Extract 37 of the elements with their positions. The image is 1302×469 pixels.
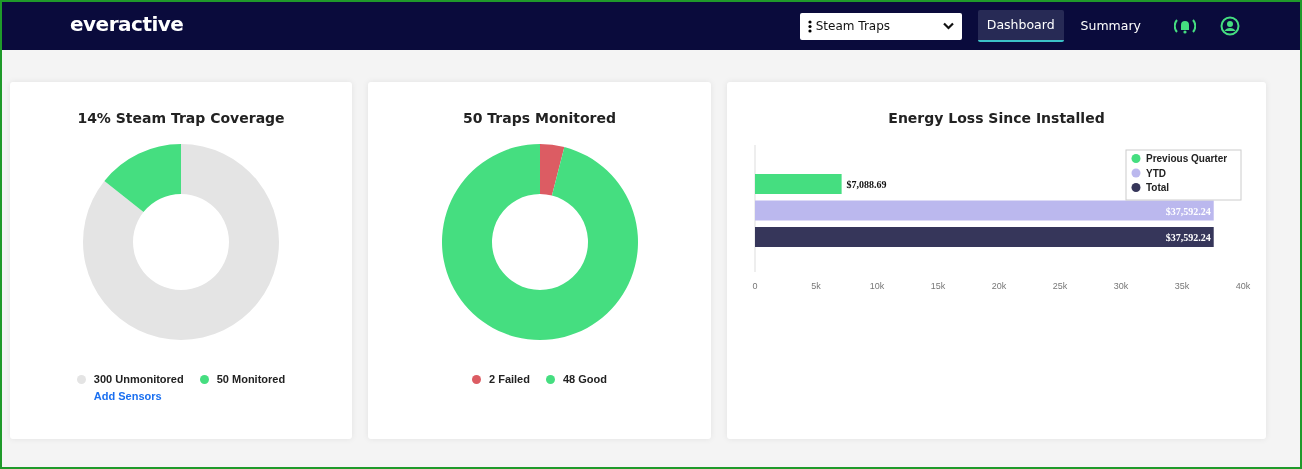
axis-tick-label: 35k xyxy=(1174,281,1190,291)
axis-tick-label: 15k xyxy=(930,281,946,291)
legend-dot xyxy=(199,374,209,384)
legend-dot xyxy=(1131,183,1141,192)
axis-tick-label: 5k xyxy=(811,281,821,291)
legend-dot xyxy=(545,374,555,384)
axis-tick-label: 20k xyxy=(991,281,1007,291)
legend-label: YTD xyxy=(1146,167,1166,179)
axis-tick-label: 10k xyxy=(869,281,885,291)
legend-dot xyxy=(1131,168,1141,178)
legend-dot xyxy=(76,374,86,384)
axis-tick-label: 30k xyxy=(1113,281,1129,291)
legend-label: Total xyxy=(1146,182,1170,193)
legend-dot xyxy=(472,374,481,384)
nav-link[interactable]: Summary xyxy=(1071,10,1150,42)
card-title: Energy Loss Since Installed xyxy=(887,109,1106,128)
card-title: 14% Steam Trap Coverage xyxy=(76,109,286,128)
kebab-icon xyxy=(807,19,812,33)
logo[interactable]: everactive xyxy=(70,12,184,36)
chevron-down-icon xyxy=(942,22,954,30)
selector-dropdown[interactable]: Steam Traps xyxy=(799,12,962,40)
axis-tick-label: 25k xyxy=(1052,281,1068,291)
axis-tick-label: 0 xyxy=(752,281,758,291)
user-icon[interactable] xyxy=(1220,16,1240,36)
legend-dot xyxy=(1131,154,1141,163)
card-title: 50 Traps Monitored xyxy=(462,109,617,128)
axis-tick-label: 40k xyxy=(1235,281,1251,291)
legend-label: 300 Unmonitored xyxy=(93,372,184,387)
add-sensors-link[interactable]: Add Sensors xyxy=(93,387,184,404)
nav-link[interactable]: Dashboard xyxy=(977,9,1064,43)
value-label: $37,592.24 xyxy=(1165,232,1211,243)
legend-label: Previous Quarter xyxy=(1146,153,1228,164)
legend-label: 50 Monitored xyxy=(216,372,286,387)
value-label: $7,088.69 xyxy=(846,179,887,190)
legend-label: 48 Good xyxy=(562,372,607,387)
legend-label: 2 Failed xyxy=(489,372,530,387)
value-label: $37,592.24 xyxy=(1165,205,1211,217)
